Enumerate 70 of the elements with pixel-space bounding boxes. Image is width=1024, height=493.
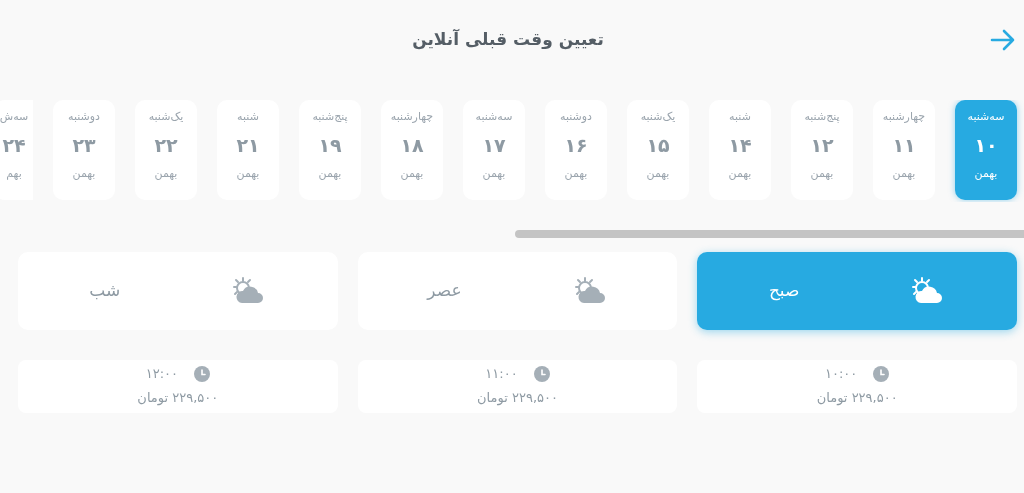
scrollbar[interactable] [515,230,1024,238]
date-card[interactable]: چهارشنبه ۱۱ بهمن [873,100,935,200]
month-label: بهمن [563,166,589,182]
date-card[interactable]: یک‌شنبه ۱۵ بهمن [627,100,689,200]
price-label: ۲۲۹,۵۰۰ تومان [137,389,219,408]
day-number: ۱۲ [809,134,835,156]
day-number: ۲۲ [153,134,179,156]
date-card[interactable]: پنج‌شنبه ۱۲ بهمن [791,100,853,200]
weekday-label: شنبه [236,109,260,125]
weekday-label: یک‌شنبه [147,109,185,125]
weekday-label: سه‌ش [0,109,30,125]
weekday-label: چهارشنبه [881,109,927,125]
day-number: ۱۶ [563,134,589,156]
day-number: ۲۴ [1,134,27,156]
month-label: بهمن [235,166,261,182]
day-number: ۱۷ [481,134,507,156]
back-arrow-icon[interactable] [990,29,1016,51]
page-title: تعیین وقت قبلی آنلاین [412,28,604,52]
clock-icon [194,366,210,382]
date-card[interactable]: چهارشنبه ۱۸ بهمن [381,100,443,200]
month-label: بهمن [727,166,753,182]
day-number: ۱۹ [317,134,343,156]
day-number: ۱۰ [973,134,999,156]
month-label: بهمن [809,166,835,182]
weekday-label: شنبه [728,109,752,125]
weekday-label: پنج‌شنبه [311,109,349,125]
time-slot-card[interactable]: ۱۰:۰۰ ۲۲۹,۵۰۰ تومان [697,360,1017,413]
time-slot-card[interactable]: ۱۲:۰۰ ۲۲۹,۵۰۰ تومان [18,360,338,413]
period-tab[interactable]: عصر [357,252,678,330]
month-label: بهم [5,166,23,182]
date-card[interactable]: شنبه ۲۱ بهمن [217,100,279,200]
month-label: بهمن [317,166,343,182]
day-number: ۲۱ [235,134,261,156]
month-label: بهمن [645,166,671,182]
weekday-label: دوشنبه [67,109,101,125]
month-label: بهمن [973,166,999,182]
day-number: ۱۴ [727,134,753,156]
weekday-label: پنج‌شنبه [803,109,841,125]
month-label: بهمن [153,166,179,182]
date-card[interactable]: شنبه ۱۴ بهمن [709,100,771,200]
time-label: ۱۱:۰۰ [485,365,518,383]
weekday-label: سه‌شنبه [966,109,1006,125]
date-card[interactable]: سه‌شنبه ۱۰ بهمن [955,100,1017,200]
period-tab[interactable]: شب [18,252,338,330]
day-number: ۱۸ [399,134,425,156]
clock-icon [533,366,550,382]
day-number: ۱۵ [645,134,671,156]
day-number: ۱۱ [891,134,917,156]
month-label: بهمن [399,166,425,182]
weekday-label: چهارشنبه [389,109,435,125]
weekday-label: یک‌شنبه [639,109,677,125]
time-label: ۱۲:۰۰ [145,365,178,383]
date-card[interactable]: دوشنبه ۱۶ بهمن [545,100,607,200]
month-label: بهمن [71,166,97,182]
price-label: ۲۲۹,۵۰۰ تومان [477,389,558,408]
weekday-label: سه‌شنبه [474,109,514,125]
date-card[interactable]: سه‌ش ۲۴ بهم [0,100,33,200]
date-card[interactable]: یک‌شنبه ۲۲ بهمن [135,100,197,200]
date-card[interactable]: دوشنبه ۲۳ بهمن [53,100,115,200]
price-label: ۲۲۹,۵۰۰ تومان [816,389,898,408]
date-card[interactable]: پنج‌شنبه ۱۹ بهمن [299,100,361,200]
month-label: بهمن [891,166,917,182]
clock-icon [873,366,890,382]
period-tab[interactable]: صبح [697,252,1017,330]
time-slot-card[interactable]: ۱۱:۰۰ ۲۲۹,۵۰۰ تومان [357,360,678,413]
time-label: ۱۰:۰۰ [825,365,858,383]
day-number: ۲۳ [71,134,97,156]
date-card[interactable]: سه‌شنبه ۱۷ بهمن [463,100,525,200]
month-label: بهمن [481,166,507,182]
weekday-label: دوشنبه [559,109,593,125]
